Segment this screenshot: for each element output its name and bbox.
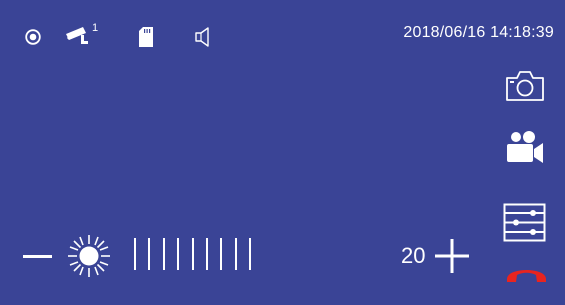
speaker-icon (193, 26, 215, 48)
brightness-decrease-button[interactable] (21, 244, 55, 268)
plus-icon (435, 239, 469, 273)
brightness-level-bar (162, 238, 165, 270)
brightness-sun-icon (67, 234, 111, 278)
brightness-level-bar (234, 238, 237, 270)
intercom-screen: 1 2018/06/16 14:18:39 20 (0, 0, 565, 305)
video-record-button[interactable] (505, 130, 545, 166)
camera-index: 1 (92, 22, 99, 34)
camera-status: 1 (64, 22, 100, 48)
minus-icon (23, 255, 52, 258)
hang-up-button[interactable] (504, 262, 549, 286)
hang-up-icon (507, 270, 546, 282)
datetime-display: 2018/06/16 14:18:39 (403, 24, 554, 41)
brightness-level-bar (191, 238, 194, 270)
brightness-value: 20 (401, 243, 426, 268)
video-record-icon (507, 131, 543, 163)
record-indicator-icon (25, 29, 41, 45)
settings-button[interactable] (503, 203, 546, 242)
security-camera-icon (66, 27, 88, 44)
settings-sliders-icon (503, 203, 546, 242)
brightness-level-bar (177, 238, 180, 270)
brightness-level-bar (205, 238, 208, 270)
sd-card-icon (139, 27, 153, 47)
brightness-level-bar (249, 238, 252, 270)
snapshot-camera-icon (506, 71, 544, 101)
snapshot-button[interactable] (504, 69, 546, 103)
brightness-level-bar (148, 238, 151, 270)
brightness-level-bar (220, 238, 223, 270)
brightness-increase-button[interactable] (433, 237, 471, 275)
brightness-level-bar (134, 238, 136, 270)
brightness-level-bars[interactable] (134, 238, 264, 272)
